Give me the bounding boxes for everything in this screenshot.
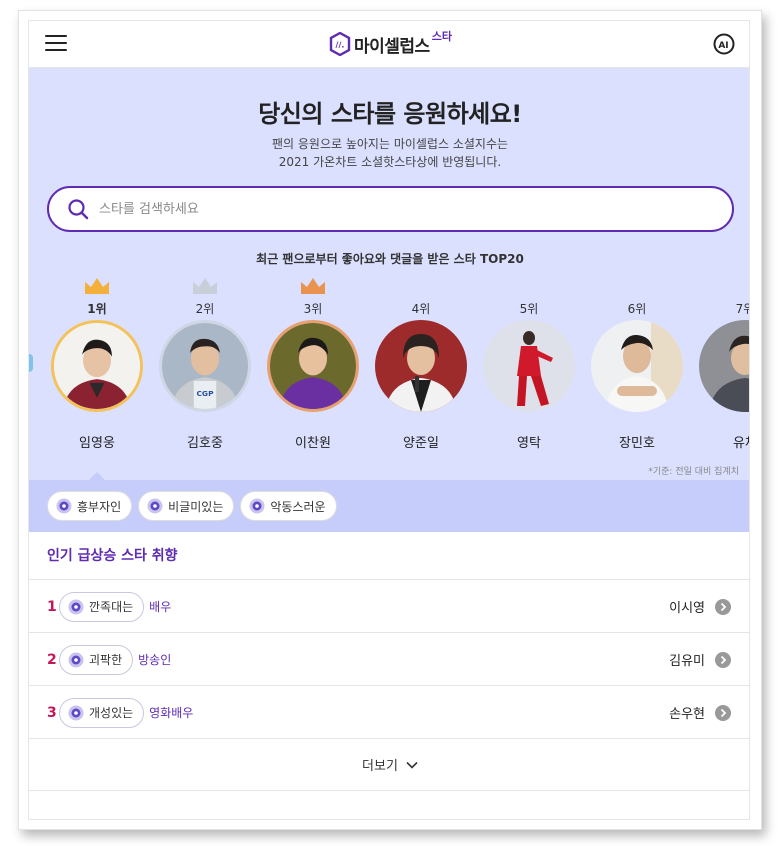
star-card-5[interactable]: 5위 영탁 [479, 274, 579, 464]
popular-rank: 3 [47, 704, 57, 721]
star-card-3[interactable]: 3위 이찬원 [263, 274, 363, 464]
star-name: 임영웅 [79, 436, 115, 451]
star-name: 김유미 [669, 654, 705, 669]
logo-sup: 스타 [431, 30, 452, 43]
more-button[interactable]: 더보기 [29, 739, 749, 791]
header: //. 마이셀럽스 스타 AI [29, 21, 749, 68]
top20-carousel[interactable]: 1위 임영웅 2위 CGP 김호중 3위 이찬원 4위 양준일 5위 영탁 6위… [29, 274, 749, 474]
svg-text:CGP: CGP [196, 389, 214, 398]
star-card-6[interactable]: 6위 장민호 [587, 274, 687, 464]
trait-label: 깐족대는 [89, 600, 134, 614]
chevron-right-icon[interactable] [715, 704, 731, 721]
popular-rank: 2 [47, 651, 57, 668]
star-photo [51, 320, 143, 412]
popular-section-title: 인기 급상승 스타 취향 [29, 532, 749, 580]
chevron-down-icon [406, 761, 418, 769]
hero-section: 당신의 스타를 응원하세요! 팬의 응원으로 높아지는 마이셀럽스 소셜지수는 … [29, 68, 749, 480]
star-card-7[interactable]: 7위 유채 [695, 274, 749, 464]
star-rank: 1위 [87, 302, 107, 316]
star-name: 이시영 [669, 601, 705, 616]
logo-text: 마이셀럽스 [354, 36, 430, 57]
star-rank: 4위 [411, 302, 431, 316]
star-photo [591, 320, 683, 412]
popular-row-1[interactable]: 1 깐족대는 배우 이시영 [29, 581, 749, 633]
job-label: 영화배우 [149, 706, 194, 720]
star-rank: 6위 [627, 302, 647, 316]
trait-chip[interactable]: 깐족대는 [59, 591, 145, 622]
star-card-1[interactable]: 1위 임영웅 [47, 274, 147, 464]
star-rank: 7위 [735, 302, 749, 316]
disc-icon [56, 498, 72, 514]
job-label: 배우 [149, 600, 172, 614]
popular-row-2[interactable]: 2 괴팍한 방송인 김유미 [29, 634, 749, 686]
svg-text://.: //. [336, 41, 345, 50]
silver-crown-icon [193, 278, 217, 294]
disc-icon [68, 652, 84, 667]
search-bar[interactable] [47, 186, 734, 232]
star-rank: 2위 [195, 302, 215, 316]
taste-chip-label: 흥부자인 [77, 499, 122, 514]
star-photo [267, 320, 359, 412]
chevron-right-icon[interactable] [715, 598, 731, 615]
basis-note: *기준: 전일 대비 집계치 [648, 467, 739, 477]
gold-crown-icon [85, 278, 109, 294]
logo-mark-icon: //. [329, 32, 351, 56]
search-input[interactable] [99, 201, 659, 217]
trait-label: 개성있는 [89, 706, 134, 720]
star-photo: CGP [159, 320, 251, 412]
taste-chip-2[interactable]: 비글미있는 [138, 491, 235, 521]
star-card-2[interactable]: 2위 CGP 김호중 [155, 274, 255, 464]
ai-icon[interactable]: AI [713, 33, 735, 55]
hero-subtitle-line2: 2021 가온차트 소셜핫스타상에 반영됩니다. [278, 155, 502, 169]
menu-icon[interactable] [45, 35, 67, 53]
screenshot-frame: //. 마이셀럽스 스타 AI 당신의 스타를 응원하세요! 팬의 응원으로 높… [18, 10, 762, 830]
popular-rank: 1 [47, 598, 57, 615]
star-photo [483, 320, 575, 412]
taste-chip-3[interactable]: 악동스러운 [240, 491, 337, 521]
more-label: 더보기 [362, 759, 398, 774]
bronze-crown-icon [301, 278, 325, 294]
trait-chip[interactable]: 괴팍한 [59, 644, 134, 675]
svg-text:AI: AI [718, 41, 728, 51]
star-rank: 3위 [303, 302, 323, 316]
top20-title: 최근 팬으로부터 좋아요와 댓글을 받은 스타 TOP20 [256, 252, 524, 266]
star-photo [375, 320, 467, 412]
taste-chip-1[interactable]: 흥부자인 [47, 491, 133, 521]
star-photo [699, 320, 749, 412]
job-label: 방송인 [138, 653, 172, 667]
trait-label: 괴팍한 [89, 653, 123, 667]
page: //. 마이셀럽스 스타 AI 당신의 스타를 응원하세요! 팬의 응원으로 높… [28, 20, 750, 820]
disc-icon [249, 498, 265, 514]
star-name: 장민호 [619, 436, 655, 451]
star-name: 손우현 [669, 707, 705, 722]
logo[interactable]: //. 마이셀럽스 스타 [329, 26, 452, 62]
disc-icon [147, 498, 163, 514]
popular-row-3[interactable]: 3 개성있는 영화배우 손우현 [29, 687, 749, 739]
search-icon[interactable] [67, 198, 89, 220]
taste-chip-label: 악동스러운 [270, 499, 326, 514]
taste-chip-strip: 흥부자인 비글미있는 악동스러운 [29, 472, 749, 532]
star-name: 양준일 [403, 436, 439, 451]
hero-subtitle-line1: 팬의 응원으로 높아지는 마이셀럽스 소셜지수는 [271, 137, 509, 151]
disc-icon [68, 705, 84, 720]
disc-icon [68, 599, 84, 614]
chevron-right-icon[interactable] [715, 651, 731, 668]
star-rank: 5위 [519, 302, 539, 316]
star-name: 영탁 [517, 436, 541, 451]
star-card-4[interactable]: 4위 양준일 [371, 274, 471, 464]
star-name: 유채 [733, 436, 749, 451]
taste-chip-label: 비글미있는 [168, 499, 224, 514]
hero-title: 당신의 스타를 응원하세요! [258, 100, 522, 128]
trait-chip[interactable]: 개성있는 [59, 697, 145, 728]
star-name: 김호중 [187, 436, 223, 451]
star-name: 이찬원 [295, 436, 331, 451]
